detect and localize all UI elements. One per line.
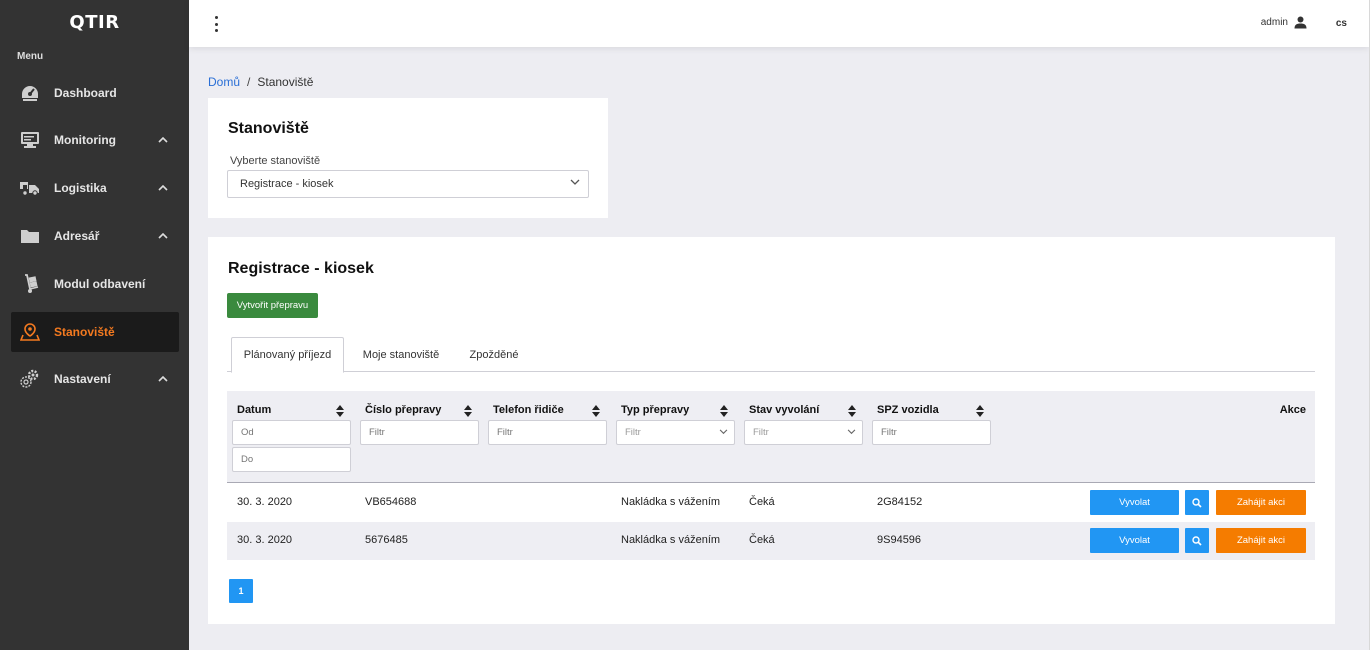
sidebar-item-modul-odbaveni[interactable]: Modul odbavení: [11, 264, 179, 304]
breadcrumb-current: Stanoviště: [257, 75, 314, 89]
cell-stav: Čeká: [749, 534, 775, 546]
breadcrumb-separator: /: [247, 75, 251, 89]
sidebar-item-label: Monitoring: [54, 133, 116, 147]
column-header-akce: Akce: [1279, 404, 1306, 416]
dashboard-icon: [19, 82, 41, 104]
tab-delayed[interactable]: Zpožděné: [459, 337, 529, 372]
user-icon: [1294, 16, 1307, 29]
driver-phone-filter[interactable]: [488, 420, 607, 445]
column-header-spz: SPZ vozidla: [877, 404, 939, 416]
transport-type-filter[interactable]: Filtr: [616, 420, 735, 445]
column-header-cislo: Číslo přepravy: [365, 404, 442, 416]
sidebar-item-label: Nastavení: [54, 372, 111, 386]
transport-type-filter-placeholder: Filtr: [625, 427, 641, 438]
sidebar-item-label: Dashboard: [54, 86, 117, 100]
cell-cislo: VB654688: [365, 496, 417, 508]
tabs: Plánovaný příjezd Moje stanoviště Zpoždě…: [227, 337, 1315, 373]
station-card-title: Stanoviště: [228, 120, 309, 137]
column-header-stav: Stav vyvolání: [749, 404, 820, 416]
chevron-up-icon: [153, 137, 173, 143]
monitor-icon: [19, 129, 41, 151]
sidebar: QTIR Menu Dashboard Monitoring Logistika…: [0, 0, 189, 650]
date-from-filter[interactable]: [232, 420, 351, 445]
call-button[interactable]: Vyvolat: [1090, 490, 1179, 515]
sidebar-item-logistika[interactable]: Logistika: [11, 168, 179, 208]
sort-icon[interactable]: [591, 404, 601, 418]
sidebar-item-stanoviste[interactable]: Stanoviště: [11, 312, 179, 352]
column-header-datum: Datum: [237, 404, 272, 416]
search-button[interactable]: [1185, 528, 1209, 553]
station-select-label: Vyberte stanoviště: [230, 155, 321, 167]
sidebar-item-dashboard[interactable]: Dashboard: [11, 73, 179, 113]
folder-icon: [19, 225, 41, 247]
cell-typ: Nakládka s vážením: [621, 534, 721, 546]
breadcrumb: Domů / Stanoviště: [208, 75, 313, 89]
sort-icon[interactable]: [335, 404, 345, 418]
chevron-down-icon: [719, 429, 728, 435]
language-switch[interactable]: cs: [1336, 18, 1347, 29]
chevron-up-icon: [153, 233, 173, 239]
table-row: 30. 3. 2020 VB654688 Nakládka s vážením …: [227, 484, 1315, 522]
station-detail-title: Registrace - kiosek: [228, 260, 374, 277]
station-select-value: Registrace - kiosek: [240, 178, 334, 190]
station-select[interactable]: Registrace - kiosek: [227, 170, 589, 198]
cell-datum: 30. 3. 2020: [237, 534, 293, 546]
sidebar-item-label: Adresář: [54, 229, 100, 243]
call-status-filter[interactable]: Filtr: [744, 420, 863, 445]
start-action-button[interactable]: Zahájit akci: [1216, 490, 1306, 515]
hand-truck-icon: [19, 273, 41, 295]
username: admin: [1260, 17, 1288, 28]
start-action-button[interactable]: Zahájit akci: [1216, 528, 1306, 553]
sidebar-item-adresar[interactable]: Adresář: [11, 216, 179, 256]
logo: QTIR: [69, 12, 120, 33]
station-select-card: Stanoviště Vyberte stanoviště Registrace…: [208, 98, 608, 218]
cell-spz: 9S94596: [877, 534, 922, 546]
station-detail-card: Registrace - kiosek Vytvořit přepravu Pl…: [208, 237, 1335, 624]
user-menu[interactable]: admin: [1261, 16, 1307, 29]
cell-datum: 30. 3. 2020: [237, 496, 293, 508]
call-status-filter-placeholder: Filtr: [753, 427, 769, 438]
sort-icon[interactable]: [463, 404, 473, 418]
chevron-up-icon: [153, 185, 173, 191]
kebab-menu-icon[interactable]: [210, 16, 222, 32]
gear-icon: [19, 368, 41, 390]
date-to-filter[interactable]: [232, 447, 351, 472]
sidebar-item-nastaveni[interactable]: Nastavení: [11, 359, 179, 399]
column-header-telefon: Telefon řidiče: [493, 404, 564, 416]
tab-planned-arrival[interactable]: Plánovaný příjezd: [231, 337, 344, 373]
sort-icon[interactable]: [719, 404, 729, 418]
pagination-page-1[interactable]: 1: [229, 579, 253, 603]
sidebar-item-label: Logistika: [54, 181, 107, 195]
search-icon: [1192, 497, 1202, 508]
chevron-down-icon: [847, 429, 856, 435]
breadcrumb-home-link[interactable]: Domů: [208, 75, 240, 89]
create-transport-button[interactable]: Vytvořit přepravu: [227, 293, 318, 318]
table-header: Datum Číslo přepravy Telefon řidiče Typ …: [227, 391, 1315, 483]
transport-number-filter[interactable]: [360, 420, 479, 445]
tab-my-station[interactable]: Moje stanoviště: [351, 337, 451, 372]
truck-icon: [19, 177, 41, 199]
cell-typ: Nakládka s vážením: [621, 496, 721, 508]
sort-icon[interactable]: [975, 404, 985, 418]
cell-spz: 2G84152: [877, 496, 923, 508]
chevron-up-icon: [153, 376, 173, 382]
call-button[interactable]: Vyvolat: [1090, 528, 1179, 553]
column-header-typ: Typ přepravy: [621, 404, 690, 416]
chevron-down-icon: [570, 179, 580, 185]
sidebar-item-monitoring[interactable]: Monitoring: [11, 120, 179, 160]
cell-cislo: 5676485: [365, 534, 408, 546]
location-icon: [19, 321, 41, 343]
menu-label: Menu: [17, 51, 44, 62]
search-button[interactable]: [1185, 490, 1209, 515]
search-icon: [1192, 535, 1202, 546]
plate-filter[interactable]: [872, 420, 991, 445]
table-row: 30. 3. 2020 5676485 Nakládka s vážením Č…: [227, 522, 1315, 560]
topbar: admin cs: [189, 0, 1369, 47]
sort-icon[interactable]: [847, 404, 857, 418]
sidebar-item-label: Stanoviště: [54, 325, 115, 339]
sidebar-item-label: Modul odbavení: [54, 277, 146, 291]
cell-stav: Čeká: [749, 496, 775, 508]
